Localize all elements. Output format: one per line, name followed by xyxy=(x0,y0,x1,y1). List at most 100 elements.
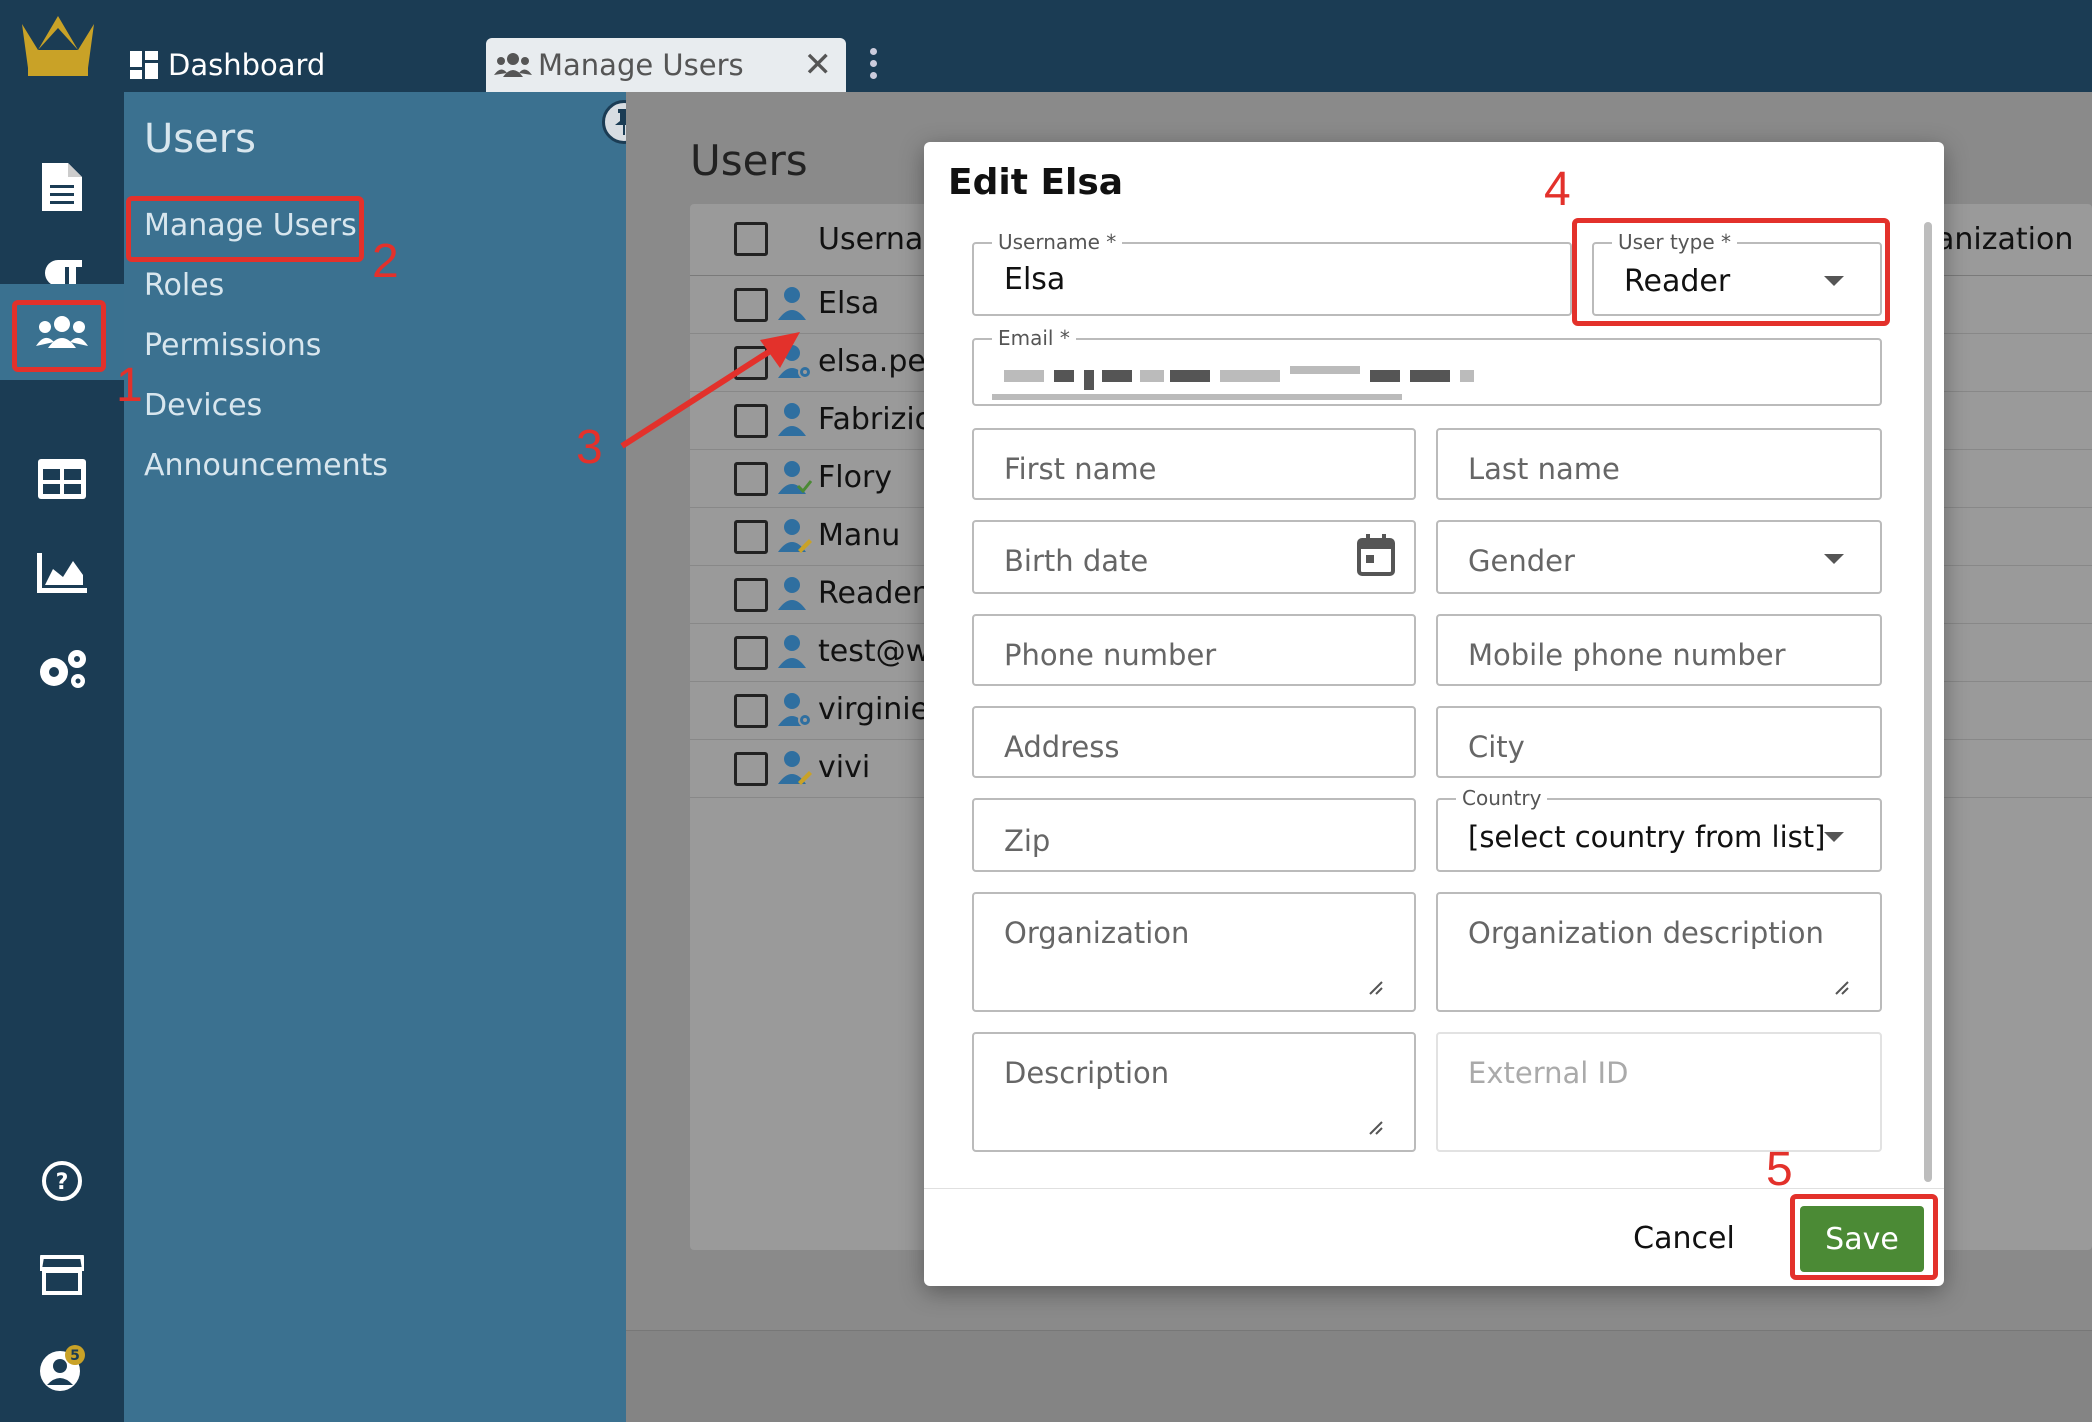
users-submenu: Users Manage Users Roles Permissions Dev… xyxy=(124,92,646,1422)
table-footer xyxy=(626,1330,2092,1422)
close-icon[interactable]: ✕ xyxy=(804,45,833,85)
organization-field[interactable]: Organization xyxy=(972,892,1416,1012)
gender-placeholder: Gender xyxy=(1468,544,1575,578)
birth-date-placeholder: Birth date xyxy=(1004,544,1149,578)
row-username: Flory xyxy=(818,460,893,495)
more-options-icon[interactable] xyxy=(870,48,877,84)
mobile-phone-field[interactable]: Mobile phone number xyxy=(1436,614,1882,686)
annotation-number-3: 3 xyxy=(576,421,603,474)
last-name-field[interactable]: Last name xyxy=(1436,428,1882,500)
phone-number-field[interactable]: Phone number xyxy=(972,614,1416,686)
user-icon xyxy=(778,577,806,610)
column-header-organization: anization xyxy=(1936,222,2074,257)
resize-handle-icon[interactable] xyxy=(1368,980,1384,996)
city-field[interactable]: City xyxy=(1436,706,1882,778)
calendar-icon[interactable] xyxy=(1356,534,1396,576)
annotation-box-manage-users xyxy=(126,196,364,262)
chevron-down-icon xyxy=(1824,832,1844,842)
crown-logo-icon[interactable] xyxy=(18,10,98,80)
row-checkbox[interactable] xyxy=(734,752,768,786)
tab-dashboard[interactable]: Dashboard xyxy=(130,38,325,92)
first-name-field[interactable]: First name xyxy=(972,428,1416,500)
menu-item-announcements[interactable]: Announcements xyxy=(144,448,388,483)
tab-manage-users[interactable]: Manage Users ✕ xyxy=(486,38,846,92)
description-placeholder: Description xyxy=(1004,1056,1170,1090)
rail-documents[interactable] xyxy=(0,142,124,232)
page-title: Users xyxy=(690,136,808,185)
annotation-number-1: 1 xyxy=(116,359,143,412)
external-id-field: External ID xyxy=(1436,1032,1882,1152)
gears-icon xyxy=(40,650,86,688)
row-username: Elsa xyxy=(818,286,880,321)
row-checkbox[interactable] xyxy=(734,694,768,728)
dialog-scrollbar[interactable] xyxy=(1924,222,1932,1182)
row-checkbox[interactable] xyxy=(734,462,768,496)
dialog-title: Edit Elsa xyxy=(948,162,1124,203)
menu-item-devices[interactable]: Devices xyxy=(144,388,262,423)
organization-description-placeholder: Organization description xyxy=(1468,916,1824,950)
row-checkbox[interactable] xyxy=(734,520,768,554)
annotation-number-4: 4 xyxy=(1544,163,1571,216)
rail-charts[interactable] xyxy=(0,528,124,618)
resize-handle-icon[interactable] xyxy=(1368,1120,1384,1136)
select-all-checkbox[interactable] xyxy=(734,222,768,256)
first-name-placeholder: First name xyxy=(1004,452,1157,486)
rail-table[interactable] xyxy=(0,434,124,524)
row-username: elsa.per xyxy=(818,344,939,379)
country-value: [select country from list] xyxy=(1468,820,1826,854)
row-checkbox[interactable] xyxy=(734,578,768,612)
rail-help[interactable]: ? xyxy=(0,1136,124,1226)
description-field[interactable]: Description xyxy=(972,1032,1416,1152)
user-icon xyxy=(778,287,806,320)
row-username: Manu xyxy=(818,518,901,553)
submenu-title: Users xyxy=(144,116,257,162)
notification-badge: 5 xyxy=(70,1348,80,1364)
row-checkbox[interactable] xyxy=(734,288,768,322)
username-value: Elsa xyxy=(1004,262,1066,297)
annotation-box-save xyxy=(1790,1194,1938,1280)
zip-placeholder: Zip xyxy=(1004,824,1051,858)
user-icon xyxy=(778,635,806,668)
username-label: Username * xyxy=(992,230,1123,254)
annotation-number-5: 5 xyxy=(1766,1143,1793,1196)
annotation-number-2: 2 xyxy=(372,235,399,288)
email-label: Email * xyxy=(992,326,1076,350)
user-icon xyxy=(778,461,812,494)
email-field[interactable]: Email * xyxy=(972,326,1882,406)
row-checkbox[interactable] xyxy=(734,636,768,670)
rail-store[interactable] xyxy=(0,1230,124,1320)
rail-settings[interactable] xyxy=(0,624,124,714)
organization-placeholder: Organization xyxy=(1004,916,1190,950)
address-placeholder: Address xyxy=(1004,730,1120,764)
dashboard-icon xyxy=(130,51,158,79)
menu-item-permissions[interactable]: Permissions xyxy=(144,328,321,363)
document-icon xyxy=(42,163,82,211)
country-select[interactable]: Country [select country from list] xyxy=(1436,786,1882,872)
annotation-box-users-rail xyxy=(12,300,106,372)
user-circle-icon: 5 xyxy=(40,1345,85,1391)
mobile-placeholder: Mobile phone number xyxy=(1468,638,1786,672)
row-username: Fabrizio xyxy=(818,402,934,437)
resize-handle-icon[interactable] xyxy=(1834,980,1850,996)
birth-date-field[interactable]: Birth date xyxy=(972,520,1416,594)
external-id-placeholder: External ID xyxy=(1468,1056,1629,1090)
help-icon: ? xyxy=(42,1161,82,1201)
zip-field[interactable]: Zip xyxy=(972,798,1416,872)
user-icon xyxy=(778,751,812,785)
city-placeholder: City xyxy=(1468,730,1525,764)
svg-text:?: ? xyxy=(56,1170,69,1195)
phone-placeholder: Phone number xyxy=(1004,638,1217,672)
username-field[interactable]: Username * Elsa xyxy=(972,230,1572,316)
address-field[interactable]: Address xyxy=(972,706,1416,778)
user-icon xyxy=(778,519,812,553)
icon-rail: ? 5 xyxy=(0,92,124,1422)
annotation-arrow xyxy=(620,332,800,449)
cancel-button[interactable]: Cancel xyxy=(1624,1208,1744,1268)
chevron-down-icon xyxy=(1824,554,1844,564)
rail-account[interactable]: 5 xyxy=(0,1324,124,1414)
table-icon xyxy=(38,459,86,499)
gender-select[interactable]: Gender xyxy=(1436,520,1882,594)
organization-description-field[interactable]: Organization description xyxy=(1436,892,1882,1012)
top-bar: Dashboard Manage Users ✕ xyxy=(0,0,2092,92)
menu-item-roles[interactable]: Roles xyxy=(144,268,224,303)
